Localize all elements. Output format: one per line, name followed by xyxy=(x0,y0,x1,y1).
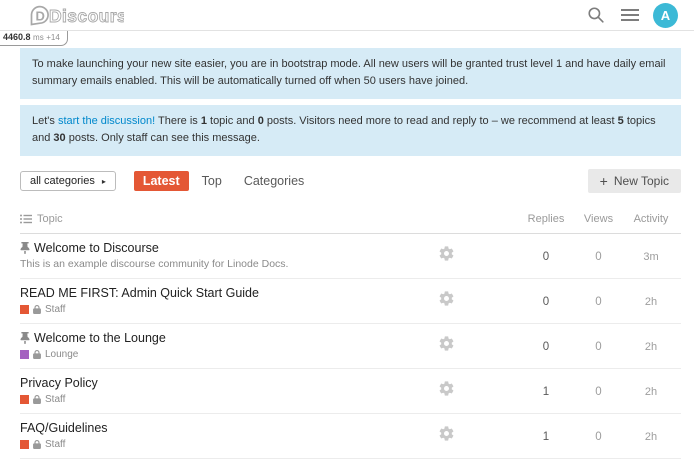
banner-lead-text: Let's xyxy=(32,115,58,127)
topic-gear-icon[interactable] xyxy=(426,245,455,265)
caret-right-icon: ▸ xyxy=(102,177,106,186)
activity-time[interactable]: 3m xyxy=(643,251,658,263)
miniprofiler-badge[interactable]: 4460.8 ms +14 xyxy=(0,31,68,46)
topic-title-link[interactable]: Welcome to the Lounge xyxy=(34,331,166,345)
category-name: Staff xyxy=(45,394,65,405)
views-count: 0 xyxy=(595,296,601,308)
topic-row: FAQ/Guidelines Staff 1 xyxy=(20,414,681,459)
new-topic-label: New Topic xyxy=(614,174,669,188)
topic-list-tabs: Latest Top Categories xyxy=(134,171,313,191)
views-count: 0 xyxy=(595,251,601,263)
bootstrap-banner-text: To make launching your new site easier, … xyxy=(32,58,665,87)
replies-count[interactable]: 0 xyxy=(543,341,549,353)
search-icon[interactable] xyxy=(585,4,607,26)
recommended-posts: 30 xyxy=(53,132,65,144)
category-color-square xyxy=(20,395,29,404)
header-topic: Topic xyxy=(37,213,63,225)
banner-text-segment: topic and xyxy=(207,115,258,127)
header-activity[interactable]: Activity xyxy=(621,213,681,225)
replies-count[interactable]: 1 xyxy=(543,431,549,443)
lock-icon xyxy=(33,440,41,449)
topic-row: READ ME FIRST: Admin Quick Start Guide S… xyxy=(20,279,681,324)
topic-row: Welcome to the Lounge Lounge xyxy=(20,324,681,369)
topic-gear-icon[interactable] xyxy=(426,425,455,445)
category-badge[interactable]: Staff xyxy=(20,394,426,405)
tab-categories[interactable]: Categories xyxy=(235,171,313,191)
start-discussion-link[interactable]: start the discussion! xyxy=(58,115,155,127)
profiler-extra: +14 xyxy=(46,33,60,42)
category-color-square xyxy=(20,305,29,314)
views-count: 0 xyxy=(595,431,601,443)
new-topic-button[interactable]: + New Topic xyxy=(588,169,681,193)
topic-gear-icon[interactable] xyxy=(426,290,455,310)
main-content: To make launching your new site easier, … xyxy=(20,48,681,460)
tab-top[interactable]: Top xyxy=(193,171,231,191)
banner-text-segment: posts. Visitors need more to read and re… xyxy=(264,115,618,127)
pin-icon xyxy=(20,332,30,344)
tab-latest[interactable]: Latest xyxy=(134,171,189,191)
discourse-logo[interactable]: D Discourse xyxy=(28,3,124,27)
user-avatar[interactable]: A xyxy=(653,3,678,28)
views-count: 0 xyxy=(595,386,601,398)
category-name: Staff xyxy=(45,439,65,450)
lock-icon xyxy=(33,395,41,404)
topic-list-header: Topic Replies Views Activity xyxy=(20,207,681,234)
filter-bar: all categories ▸ Latest Top Categories +… xyxy=(20,169,681,193)
svg-text:D: D xyxy=(36,8,45,23)
topic-row: Welcome to Discourse This is an example … xyxy=(20,234,681,279)
activity-time[interactable]: 2h xyxy=(645,296,657,308)
category-badge[interactable]: Lounge xyxy=(20,349,426,360)
profiler-time: 4460.8 xyxy=(3,32,31,42)
category-badge[interactable]: Staff xyxy=(20,439,426,450)
topic-title-link[interactable]: Welcome to Discourse xyxy=(34,241,159,255)
start-discussion-banner: Let's start the discussion! There is 1 t… xyxy=(20,105,681,156)
category-dropdown[interactable]: all categories ▸ xyxy=(20,171,116,191)
banner-text-segment: There is xyxy=(155,115,201,127)
replies-count[interactable]: 1 xyxy=(543,386,549,398)
topic-excerpt: This is an example discourse community f… xyxy=(20,258,426,270)
replies-count[interactable]: 0 xyxy=(543,251,549,263)
category-dropdown-label: all categories xyxy=(30,175,95,187)
site-header: D Discourse A xyxy=(0,0,694,31)
category-name: Staff xyxy=(45,304,65,315)
header-replies[interactable]: Replies xyxy=(516,213,576,225)
replies-count[interactable]: 0 xyxy=(543,296,549,308)
list-icon xyxy=(20,214,32,224)
header-views[interactable]: Views xyxy=(576,213,621,225)
category-color-square xyxy=(20,440,29,449)
lock-icon xyxy=(33,305,41,314)
discourse-logo-icon: D Discourse xyxy=(28,3,124,27)
hamburger-menu-icon[interactable] xyxy=(619,6,641,24)
topic-title-link[interactable]: READ ME FIRST: Admin Quick Start Guide xyxy=(20,286,259,300)
activity-time[interactable]: 2h xyxy=(645,386,657,398)
topic-rows: Welcome to Discourse This is an example … xyxy=(20,234,681,460)
plus-icon: + xyxy=(600,176,608,186)
topic-gear-icon[interactable] xyxy=(426,380,455,400)
activity-time[interactable]: 2h xyxy=(645,341,657,353)
views-count: 0 xyxy=(595,341,601,353)
topic-title-link[interactable]: Privacy Policy xyxy=(20,376,98,390)
banner-text-segment: posts. Only staff can see this message. xyxy=(66,132,260,144)
activity-time[interactable]: 2h xyxy=(645,431,657,443)
bootstrap-mode-banner: To make launching your new site easier, … xyxy=(20,48,681,99)
svg-text:Discourse: Discourse xyxy=(49,6,124,26)
topic-row: Privacy Policy Staff 1 xyxy=(20,369,681,414)
profiler-unit: ms xyxy=(33,33,44,42)
topic-title-link[interactable]: FAQ/Guidelines xyxy=(20,421,108,435)
topic-gear-icon[interactable] xyxy=(426,335,455,355)
category-color-square xyxy=(20,350,29,359)
lock-icon xyxy=(33,350,41,359)
category-badge[interactable]: Staff xyxy=(20,304,426,315)
pin-icon xyxy=(20,242,30,254)
category-name: Lounge xyxy=(45,349,78,360)
